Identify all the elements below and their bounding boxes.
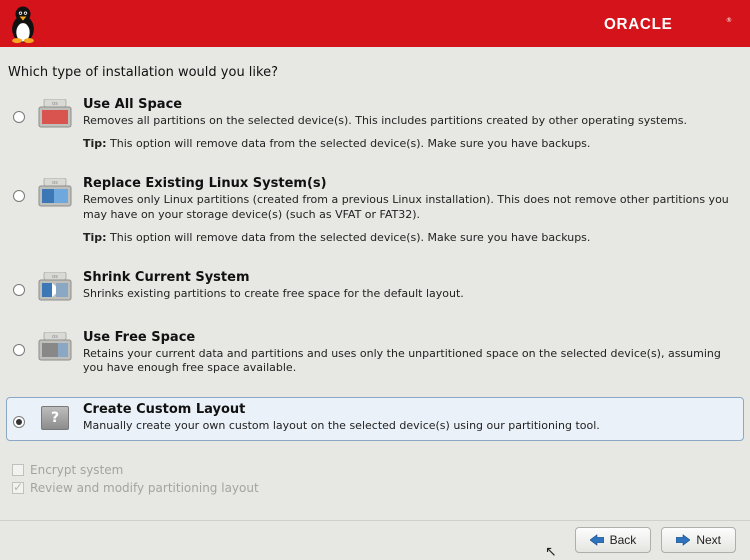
svg-text:os: os — [52, 101, 58, 107]
encrypt-system-row[interactable]: Encrypt system — [12, 463, 744, 477]
installation-question: Which type of installation would you lik… — [8, 65, 744, 80]
option-radio[interactable] — [13, 416, 25, 428]
drive-icon: os — [37, 178, 73, 210]
encrypt-label: Encrypt system — [30, 463, 123, 477]
icon-column: os — [35, 97, 75, 131]
option-use-free-space[interactable]: os Use Free Space Retains your current dat… — [6, 325, 744, 384]
option-description: Removes only Linux partitions (created f… — [83, 193, 735, 223]
options-list: os Use All Space Removes all partitions on… — [6, 92, 744, 441]
option-title: Use All Space — [83, 97, 735, 112]
option-radio[interactable] — [13, 190, 25, 202]
checkbox-area: Encrypt system Review and modify partiti… — [12, 463, 744, 495]
radio-column — [11, 402, 27, 428]
review-label: Review and modify partitioning layout — [30, 481, 259, 495]
option-text: Shrink Current System Shrinks existing pa… — [83, 270, 735, 302]
radio-column — [11, 270, 27, 296]
option-radio[interactable] — [13, 344, 25, 356]
svg-text:ORACLE: ORACLE — [604, 15, 672, 32]
radio-column — [11, 176, 27, 202]
back-button[interactable]: Back — [575, 527, 652, 553]
option-use-all-space[interactable]: os Use All Space Removes all partitions on… — [6, 92, 744, 157]
option-title: Use Free Space — [83, 330, 735, 345]
option-shrink-current-system[interactable]: os Shrink Current System Shrinks existing … — [6, 265, 744, 311]
svg-text:os: os — [52, 274, 58, 280]
radio-column — [11, 97, 27, 123]
footer-bar: Back Next — [0, 520, 750, 558]
option-tip: Tip: This option will remove data from t… — [83, 231, 735, 244]
drive-icon: os — [37, 332, 73, 364]
tux-icon — [6, 4, 40, 44]
icon-column: os — [35, 176, 75, 210]
review-layout-row[interactable]: Review and modify partitioning layout — [12, 481, 744, 495]
option-description: Manually create your own custom layout o… — [83, 419, 735, 434]
svg-text:os: os — [52, 180, 58, 186]
drive-icon: os — [37, 99, 73, 131]
back-arrow-icon — [590, 534, 604, 546]
option-description: Removes all partitions on the selected d… — [83, 114, 735, 129]
back-button-label: Back — [610, 533, 637, 547]
header-banner: ORACLE ® — [0, 0, 750, 47]
icon-column: ? — [35, 402, 75, 430]
option-radio[interactable] — [13, 284, 25, 296]
option-title: Shrink Current System — [83, 270, 735, 285]
next-arrow-icon — [676, 534, 690, 546]
option-tip: Tip: This option will remove data from t… — [83, 137, 735, 150]
option-title: Replace Existing Linux System(s) — [83, 176, 735, 191]
question-mark-icon: ? — [41, 406, 69, 430]
option-description: Shrinks existing partitions to create fr… — [83, 287, 735, 302]
option-text: Replace Existing Linux System(s) Removes … — [83, 176, 735, 244]
encrypt-checkbox[interactable] — [12, 464, 24, 476]
content-area: Which type of installation would you lik… — [0, 47, 750, 495]
option-text: Use All Space Removes all partitions on t… — [83, 97, 735, 150]
next-button-label: Next — [696, 533, 721, 547]
svg-text:os: os — [52, 334, 58, 340]
icon-column: os — [35, 330, 75, 364]
option-replace-existing-linux-system-s[interactable]: os Replace Existing Linux System(s) Remove… — [6, 171, 744, 251]
option-description: Retains your current data and partitions… — [83, 347, 735, 377]
drive-icon: os — [37, 272, 73, 304]
radio-column — [11, 330, 27, 356]
oracle-logo: ORACLE ® — [604, 15, 736, 33]
option-radio[interactable] — [13, 111, 25, 123]
review-checkbox[interactable] — [12, 482, 24, 494]
option-text: Create Custom Layout Manually create your… — [83, 402, 735, 434]
option-title: Create Custom Layout — [83, 402, 735, 417]
option-create-custom-layout[interactable]: ? Create Custom Layout Manually create you… — [6, 397, 744, 441]
icon-column: os — [35, 270, 75, 304]
option-text: Use Free Space Retains your current data … — [83, 330, 735, 377]
next-button[interactable]: Next — [661, 527, 736, 553]
svg-text:®: ® — [726, 15, 732, 23]
